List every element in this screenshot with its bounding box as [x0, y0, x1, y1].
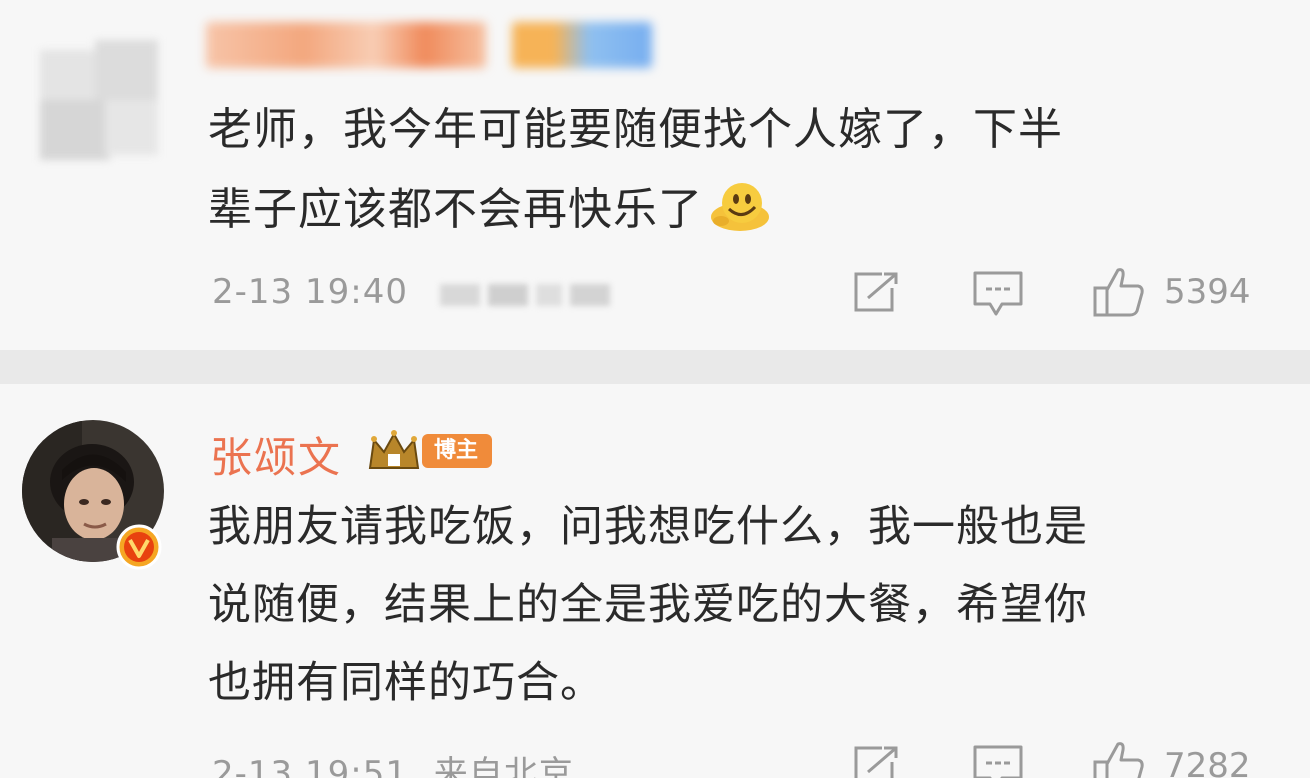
comment-timestamp: 2-13 19:51 — [212, 754, 408, 778]
comment-text-line: 辈子应该都不会再快乐了 — [208, 184, 703, 235]
comment-icon — [972, 744, 1024, 778]
comment-source: 来自北京 — [433, 754, 574, 778]
comment-text: 老师，我今年可能要随便找个人嫁了，下半 辈子应该都不会再快乐了 — [208, 90, 1270, 250]
comment-icon — [972, 270, 1024, 318]
repost-button[interactable] — [852, 744, 902, 778]
comment-text: 我朋友请我吃饭，问我想吃什么，我一般也是 说随便，结果上的全是我爱吃的大餐，希望… — [208, 488, 1270, 722]
comment-button[interactable] — [972, 744, 1024, 778]
badge-label: 博主 — [433, 438, 478, 463]
repost-button[interactable] — [852, 270, 902, 314]
username[interactable]: 张颂文 — [210, 424, 342, 485]
comment-text-line: 我朋友请我吃饭，问我想吃什么，我一般也是 — [208, 502, 1088, 552]
comment-meta: 2-13 19:51 来自北京 — [212, 746, 574, 778]
like-thumb-icon — [1092, 740, 1146, 778]
comment-button[interactable] — [972, 270, 1024, 318]
comment-list: 老师，我今年可能要随便找个人嫁了，下半 辈子应该都不会再快乐了 2-13 19:… — [0, 0, 1310, 778]
comment-text-line: 说随便，结果上的全是我爱吃的大餐，希望你 — [208, 580, 1088, 630]
comment-text-line: 也拥有同样的巧合。 — [208, 658, 604, 708]
like-button[interactable]: 7282 — [1092, 740, 1251, 778]
comment-item: 老师，我今年可能要随便找个人嫁了，下半 辈子应该都不会再快乐了 2-13 19:… — [0, 0, 1310, 350]
repost-icon — [852, 270, 902, 314]
melting-smiley-icon — [709, 177, 771, 239]
comment-divider — [0, 350, 1310, 384]
badge-blurred — [512, 22, 652, 68]
comment-timestamp: 2-13 19:40 — [212, 272, 408, 312]
username-blurred[interactable] — [206, 22, 486, 68]
avatar[interactable] — [40, 40, 158, 160]
like-count: 7282 — [1164, 746, 1251, 778]
repost-icon — [852, 744, 902, 778]
comment-text-line: 老师，我今年可能要随便找个人嫁了，下半 — [208, 104, 1063, 155]
like-button[interactable]: 5394 — [1092, 266, 1251, 318]
verified-v-icon — [116, 524, 162, 570]
like-thumb-icon — [1092, 266, 1146, 318]
source-blurred — [440, 280, 610, 310]
like-count: 5394 — [1164, 272, 1251, 312]
